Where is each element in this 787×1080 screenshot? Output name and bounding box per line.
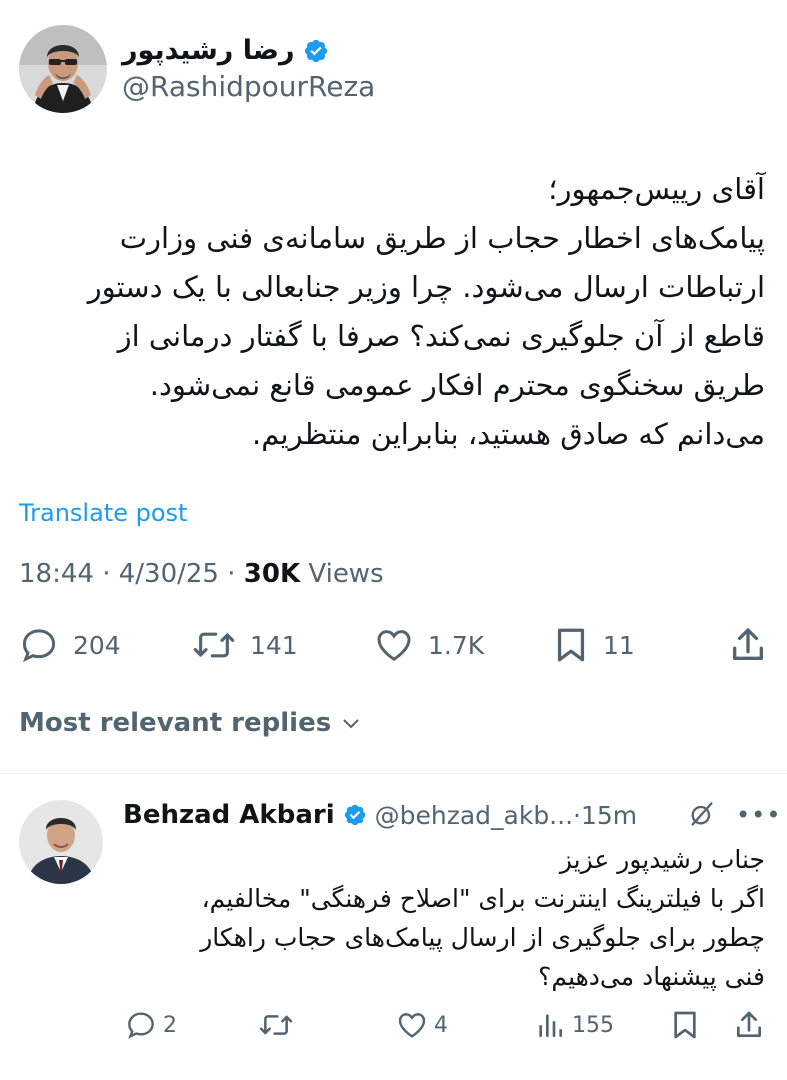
post-date[interactable]: 4/30/25	[119, 559, 219, 589]
post-line: ارتباطات ارسال می‌شود. چرا وزیر جنابعالی…	[87, 270, 765, 304]
reply-author-handle[interactable]: @behzad_akb...	[375, 801, 573, 830]
bookmark-button[interactable]: 11	[553, 620, 635, 670]
post-line: قاطع از آن جلوگیری نمی‌کند؟ صرفا با گفتا…	[117, 319, 765, 353]
reply-actions: 2 4 155	[0, 1003, 787, 1047]
post-line: پیامک‌های اخطار حجاب از طریق سامانه‌ی فن…	[119, 221, 765, 255]
reply-like-button[interactable]: 4	[396, 1003, 448, 1047]
post-actions: 204 141 1.7K 11	[0, 620, 787, 670]
reply-repost-button[interactable]	[258, 1003, 294, 1047]
chevron-down-icon	[343, 719, 359, 729]
reply-time[interactable]: 15m	[581, 801, 637, 830]
repost-icon	[193, 632, 235, 658]
bookmark-icon	[557, 628, 585, 662]
post-time[interactable]: 18:44	[19, 559, 94, 589]
share-icon	[733, 628, 763, 660]
repost-button[interactable]: 141	[192, 620, 298, 670]
post-text: آقای رییس‌جمهور؛ پیامک‌های اخطار حجاب از…	[15, 165, 765, 459]
reply-separator: ·	[573, 800, 581, 830]
reply-button[interactable]: 204	[19, 620, 121, 670]
more-icon[interactable]: •••	[736, 801, 781, 829]
like-count: 1.7K	[428, 630, 485, 660]
reply-icon	[128, 1012, 154, 1039]
reply-line: اگر با فیلترینگ اینترنت برای "اصلاح فرهن…	[201, 884, 765, 913]
reply-views-button[interactable]: 155	[534, 1003, 614, 1047]
repost-count: 141	[250, 630, 298, 660]
post-line: آقای رییس‌جمهور؛	[548, 172, 765, 206]
like-icon	[377, 630, 411, 661]
replies-sort-label: Most relevant replies	[19, 708, 332, 738]
reply-reply-button[interactable]: 2	[125, 1003, 177, 1047]
grok-icon[interactable]	[688, 800, 716, 828]
verified-badge-icon	[344, 804, 365, 826]
reply-share-button[interactable]	[733, 1003, 765, 1047]
meta-separator: ·	[218, 559, 244, 589]
divider	[0, 773, 787, 774]
bookmark-count: 11	[603, 630, 635, 660]
reply-author-name[interactable]: Behzad Akbari	[123, 800, 335, 830]
reply-line: چطور برای جلوگیری از ارسال پیامک‌های حجا…	[200, 923, 765, 952]
reply-text: جناب رشیدپور عزیز اگر با فیلترینگ اینترن…	[125, 840, 765, 996]
like-button[interactable]: 1.7K	[374, 620, 484, 670]
views-count: 30K	[243, 559, 301, 589]
reply-author-avatar[interactable]	[19, 800, 103, 884]
views-icon	[539, 1014, 562, 1037]
reply-reply-count: 2	[163, 1012, 177, 1038]
author-avatar[interactable]	[19, 25, 107, 113]
reply-header: Behzad Akbari @behzad_akb... · 15m •••	[123, 797, 780, 833]
views-label: Views	[308, 559, 384, 589]
share-icon	[737, 1011, 761, 1037]
bookmark-icon	[674, 1011, 696, 1039]
post-line: طریق سخنگوی محترم افکار عمومی قانع نمی‌ش…	[149, 368, 765, 402]
meta-separator: ·	[93, 559, 119, 589]
reply-bookmark-button[interactable]	[670, 1003, 700, 1047]
reply-line: جناب رشیدپور عزیز	[559, 845, 765, 874]
like-icon	[398, 1013, 426, 1038]
repost-icon	[259, 1015, 293, 1035]
share-button[interactable]	[728, 620, 768, 670]
replies-sort-dropdown[interactable]: Most relevant replies	[19, 708, 363, 738]
reply-like-count: 4	[434, 1012, 448, 1038]
post-line: می‌دانم که صادق هستید، بنابراین منتظریم.	[252, 417, 765, 451]
reply-views-count: 155	[572, 1012, 614, 1038]
author-handle[interactable]: @RashidpourReza	[122, 70, 375, 103]
reply-icon	[22, 629, 56, 663]
reply-count: 204	[73, 630, 121, 660]
author-name[interactable]: رضا رشیدپور	[122, 35, 295, 66]
author-line: رضا رشیدپور	[122, 35, 329, 66]
translate-post-link[interactable]: Translate post	[19, 499, 187, 527]
verified-badge-icon	[304, 39, 327, 62]
post-meta: 18:44 · 4/30/25 · 30K Views	[19, 559, 384, 589]
reply-line: فنی پیشنهاد می‌دهیم؟	[538, 962, 765, 991]
